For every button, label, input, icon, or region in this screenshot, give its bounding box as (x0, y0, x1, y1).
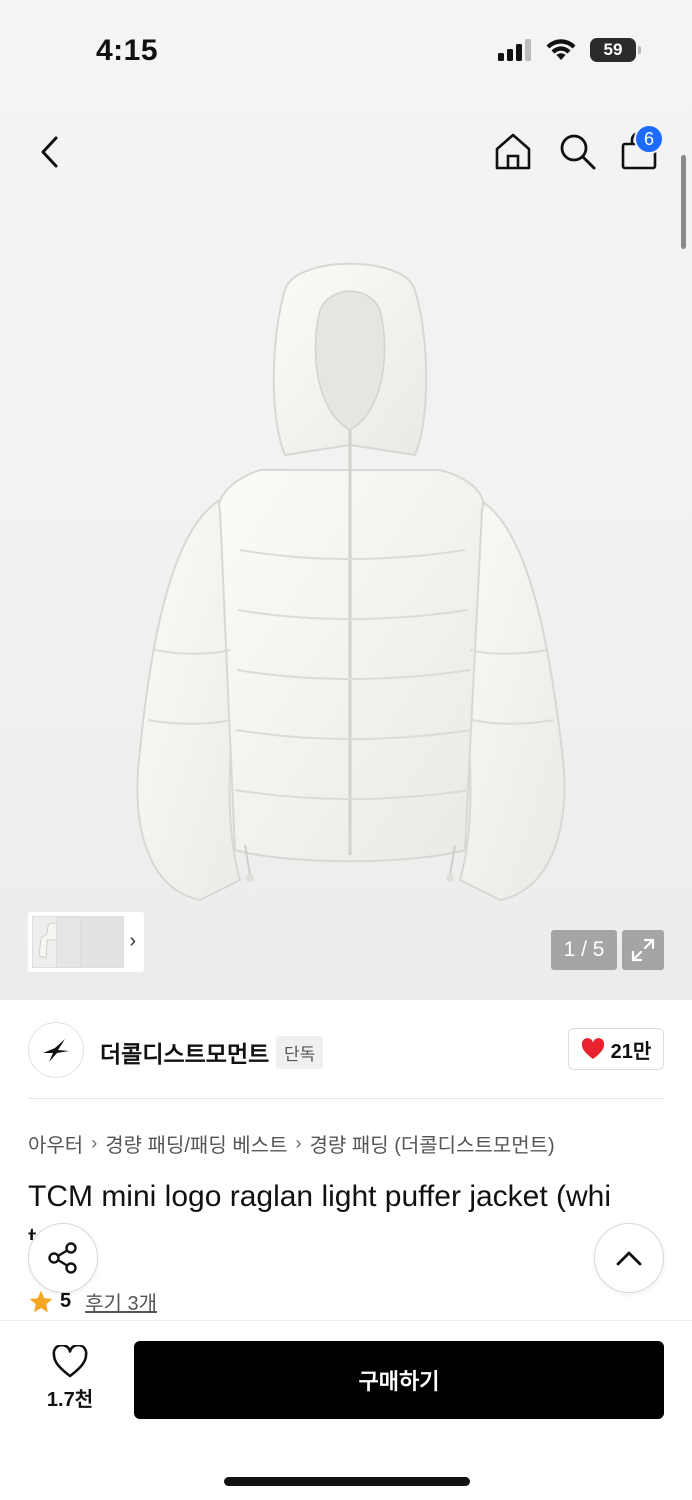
expand-button[interactable] (622, 930, 664, 970)
home-icon (495, 133, 531, 170)
thumbnail-strip[interactable]: › (28, 912, 144, 972)
brand-bird-icon (43, 1039, 69, 1062)
product-image-gallery[interactable]: 4:15 59 6 › 1 / 5 (0, 0, 692, 1000)
signal-icon (498, 39, 531, 61)
breadcrumb: 아우터 › 경량 패딩/패딩 베스트 › 경량 패딩 (더콜디스트모먼트) (28, 1129, 555, 1158)
thumbnail-3[interactable] (80, 916, 124, 968)
product-title-line-1: TCM mini logo raglan light puffer jacket… (28, 1180, 612, 1213)
cart-count-badge: 6 (634, 124, 664, 154)
rating-row: 5 후기 3개 (28, 1287, 157, 1316)
expand-icon (631, 938, 655, 962)
bottom-action-bar: 1.7천 구매하기 (0, 1320, 692, 1500)
search-button[interactable] (552, 126, 602, 176)
status-bar: 4:15 59 (0, 0, 692, 100)
status-icons: 59 (498, 38, 641, 62)
wishlist-button[interactable]: 1.7천 (30, 1345, 110, 1425)
breadcrumb-item[interactable]: 경량 패딩/패딩 베스트 (105, 1129, 287, 1158)
review-link[interactable]: 후기 3개 (85, 1287, 157, 1316)
chevron-right-icon: › (129, 930, 136, 952)
brand-name[interactable]: 더콜디스트모먼트 (100, 1035, 269, 1069)
brand-logo[interactable] (28, 1022, 84, 1078)
exclusive-badge: 단독 (276, 1036, 324, 1069)
wishlist-count: 1.7천 (46, 1389, 94, 1411)
gallery-page-indicator: 1 / 5 (551, 930, 617, 970)
search-icon (560, 134, 596, 170)
product-title: TCM mini logo raglan light puffer jacket… (28, 1176, 678, 1240)
back-icon (41, 136, 58, 168)
product-photo-jacket (136, 262, 566, 902)
scroll-to-top-button[interactable] (594, 1223, 664, 1293)
chevron-up-icon (616, 1251, 642, 1266)
breadcrumb-item[interactable]: 아우터 (28, 1129, 83, 1158)
buy-button[interactable]: 구매하기 (134, 1341, 664, 1419)
scrollbar[interactable] (681, 155, 686, 249)
brand-like-count: 21만 (610, 1040, 652, 1063)
share-button[interactable] (28, 1223, 98, 1293)
chevron-right-icon: › (295, 1133, 302, 1153)
brand-like-button[interactable]: 21만 (568, 1028, 664, 1070)
heart-filled-icon (581, 1038, 604, 1059)
home-button[interactable] (488, 126, 538, 176)
rating-value: 5 (60, 1290, 72, 1312)
star-icon (29, 1290, 53, 1312)
wifi-icon (546, 39, 576, 60)
breadcrumb-item[interactable]: 경량 패딩 (더콜디스트모먼트) (309, 1129, 554, 1158)
back-button[interactable] (26, 128, 74, 176)
home-indicator (224, 1477, 470, 1486)
battery-indicator: 59 (590, 38, 641, 62)
product-title-line-2: t (28, 1222, 37, 1240)
top-navigation (0, 118, 692, 182)
brand-row[interactable]: 더콜디스트모먼트 단독 21만 (28, 1022, 664, 1078)
heart-icon (52, 1345, 88, 1378)
status-time: 4:15 (96, 34, 159, 67)
chevron-right-icon: › (91, 1133, 98, 1153)
divider (28, 1098, 664, 1099)
share-icon (48, 1242, 77, 1274)
